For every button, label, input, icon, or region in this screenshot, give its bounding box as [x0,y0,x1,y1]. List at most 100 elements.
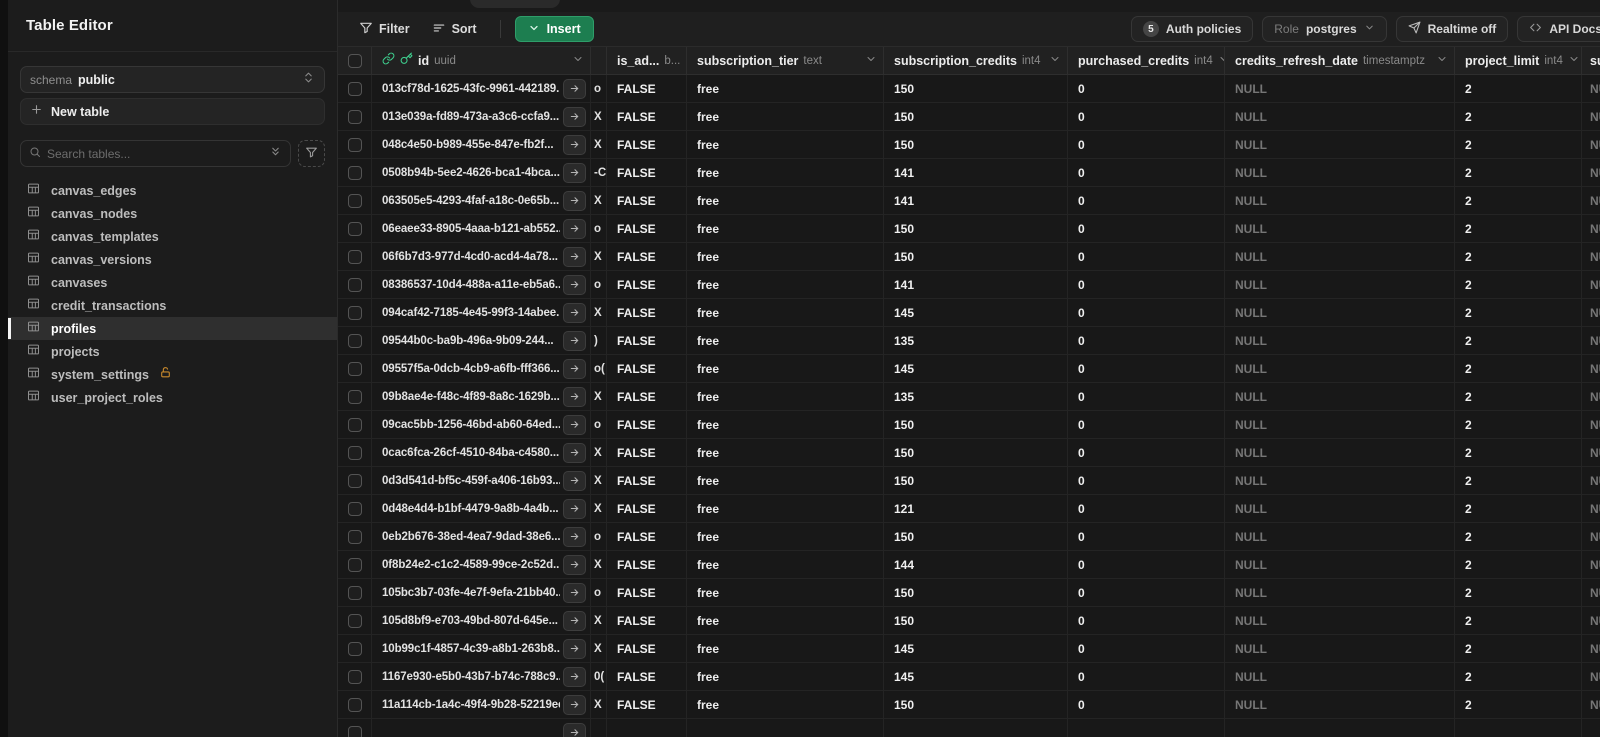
chevron-down-icon[interactable] [865,52,877,70]
purchased-credits-cell[interactable]: 0 [1068,131,1225,158]
is-admin-cell[interactable]: FALSE [607,327,687,354]
row-checkbox[interactable] [347,641,362,656]
id-cell[interactable]: 0f8b24e2-c1c2-4589-99ce-2c52d... [372,551,591,578]
is-admin-cell[interactable]: FALSE [607,131,687,158]
is-admin-cell[interactable]: FALSE [607,495,687,522]
clipped-cell[interactable]: X [591,691,607,718]
purchased-credits-cell[interactable]: 0 [1068,439,1225,466]
id-cell[interactable]: 0cac6fca-26cf-4510-84ba-c4580... [372,439,591,466]
clipped-cell[interactable]: X [591,551,607,578]
is-admin-cell[interactable]: FALSE [607,355,687,382]
purchased-credits-cell[interactable]: 0 [1068,271,1225,298]
clipped-cell[interactable]: X [591,495,607,522]
clipped-right-cell[interactable]: NULL [1582,299,1600,326]
clipped-cell[interactable]: X [591,439,607,466]
expand-row-button[interactable] [563,470,586,491]
expand-row-button[interactable] [563,302,586,323]
credits-refresh-date-cell[interactable]: NULL [1225,439,1455,466]
subscription-tier-cell[interactable]: free [687,75,884,102]
filter-button[interactable]: Filter [350,16,419,42]
subscription-tier-cell[interactable]: free [687,607,884,634]
expand-row-button[interactable] [563,414,586,435]
is-admin-cell[interactable]: FALSE [607,523,687,550]
project-limit-cell[interactable]: 2 [1455,495,1582,522]
new-table-button[interactable]: New table [20,98,325,125]
clipped-right-cell[interactable]: NULL [1582,551,1600,578]
row-checkbox[interactable] [347,277,362,292]
subscription-tier-cell[interactable]: free [687,355,884,382]
project-limit-cell[interactable]: 2 [1455,467,1582,494]
clipped-cell[interactable]: X [591,243,607,270]
expand-row-button[interactable] [563,162,586,183]
row-checkbox[interactable] [347,725,362,737]
clipped-right-cell[interactable]: NULL [1582,495,1600,522]
subscription-tier-cell[interactable] [687,719,884,737]
credits-refresh-date-cell[interactable]: NULL [1225,691,1455,718]
subscription-credits-cell[interactable]: 150 [884,467,1068,494]
column-header-subscription-credits[interactable]: subscription_credits int4 [884,47,1068,74]
purchased-credits-cell[interactable]: 0 [1068,383,1225,410]
clipped-right-cell[interactable]: NULL [1582,635,1600,662]
clipped-right-cell[interactable]: NULL [1582,355,1600,382]
expand-row-button[interactable] [563,442,586,463]
row-checkbox[interactable] [347,529,362,544]
clipped-cell[interactable]: X [591,635,607,662]
credits-refresh-date-cell[interactable]: NULL [1225,299,1455,326]
id-cell[interactable]: 0d3d541d-bf5c-459f-a406-16b93... [372,467,591,494]
id-cell[interactable]: 105bc3b7-03fe-4e7f-9efa-21bb40... [372,579,591,606]
purchased-credits-cell[interactable]: 0 [1068,187,1225,214]
expand-row-button[interactable] [563,330,586,351]
subscription-credits-cell[interactable]: 135 [884,327,1068,354]
expand-row-button[interactable] [563,722,586,737]
sidebar-item-canvases[interactable]: canvases [8,271,337,294]
subscription-tier-cell[interactable]: free [687,131,884,158]
clipped-right-cell[interactable]: NULL [1582,411,1600,438]
subscription-credits-cell[interactable]: 150 [884,523,1068,550]
is-admin-cell[interactable] [607,719,687,737]
subscription-credits-cell[interactable]: 150 [884,75,1068,102]
purchased-credits-cell[interactable]: 0 [1068,243,1225,270]
is-admin-cell[interactable]: FALSE [607,271,687,298]
clipped-cell[interactable]: o [591,579,607,606]
row-checkbox[interactable] [347,305,362,320]
purchased-credits-cell[interactable] [1068,719,1225,737]
id-cell[interactable]: 09b8ae4e-f48c-4f89-8a8c-1629b... [372,383,591,410]
chevron-down-icon[interactable] [1568,52,1580,70]
row-checkbox[interactable] [347,333,362,348]
is-admin-cell[interactable]: FALSE [607,691,687,718]
row-checkbox[interactable] [347,613,362,628]
is-admin-cell[interactable]: FALSE [607,187,687,214]
clipped-right-cell[interactable]: NULL [1582,607,1600,634]
sort-button[interactable]: Sort [423,16,486,42]
row-checkbox[interactable] [347,445,362,460]
project-limit-cell[interactable]: 2 [1455,411,1582,438]
subscription-tier-cell[interactable]: free [687,103,884,130]
is-admin-cell[interactable]: FALSE [607,103,687,130]
subscription-tier-cell[interactable]: free [687,411,884,438]
is-admin-cell[interactable]: FALSE [607,215,687,242]
subscription-credits-cell[interactable]: 150 [884,439,1068,466]
expand-row-button[interactable] [563,358,586,379]
subscription-credits-cell[interactable]: 150 [884,131,1068,158]
sidebar-item-canvas_edges[interactable]: canvas_edges [8,179,337,202]
row-checkbox[interactable] [347,389,362,404]
row-checkbox[interactable] [347,501,362,516]
column-header-subscription-tier[interactable]: subscription_tier text [687,47,884,74]
row-checkbox[interactable] [347,249,362,264]
credits-refresh-date-cell[interactable]: NULL [1225,103,1455,130]
project-limit-cell[interactable]: 2 [1455,635,1582,662]
clipped-cell[interactable] [591,719,607,737]
row-checkbox[interactable] [347,221,362,236]
project-limit-cell[interactable]: 2 [1455,355,1582,382]
expand-row-button[interactable] [563,638,586,659]
expand-row-button[interactable] [563,666,586,687]
purchased-credits-cell[interactable]: 0 [1068,75,1225,102]
expand-row-button[interactable] [563,218,586,239]
clipped-right-cell[interactable]: NULL [1582,243,1600,270]
credits-refresh-date-cell[interactable]: NULL [1225,215,1455,242]
clipped-cell[interactable]: o [591,215,607,242]
expand-row-button[interactable] [563,610,586,631]
subscription-tier-cell[interactable]: free [687,271,884,298]
id-cell[interactable]: 06eaee33-8905-4aaa-b121-ab552... [372,215,591,242]
project-limit-cell[interactable]: 2 [1455,243,1582,270]
